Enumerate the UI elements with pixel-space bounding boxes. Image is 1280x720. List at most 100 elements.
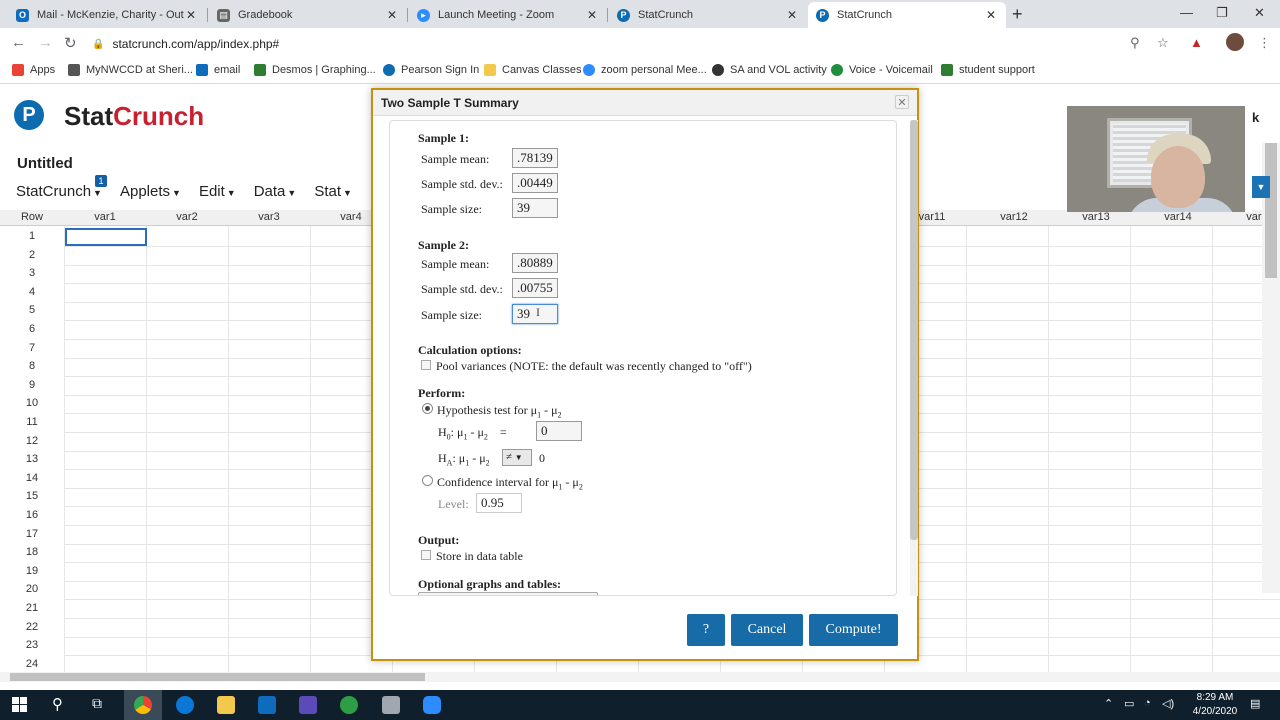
bookmark-canvas[interactable]: Canvas Classes [484, 64, 581, 76]
forward-icon[interactable]: → [38, 34, 53, 51]
optional-graphs-heading: Optional graphs and tables: [418, 577, 562, 591]
column-header[interactable]: var13 [1055, 211, 1137, 223]
battery-icon[interactable]: ▭ [1124, 697, 1134, 710]
level-field[interactable]: 0.95 [476, 493, 522, 513]
zoom-magnifier-icon[interactable]: ⚲ [1130, 35, 1140, 51]
back-icon[interactable]: ← [11, 34, 26, 51]
row-number: 16 [25, 509, 39, 521]
windows-start-icon[interactable] [12, 697, 28, 713]
vertical-scrollbar[interactable] [1262, 143, 1280, 593]
pool-variances-checkbox[interactable] [421, 360, 431, 370]
close-icon[interactable]: ✕ [785, 8, 799, 22]
dialog-scrollbar[interactable] [910, 120, 918, 596]
close-icon[interactable]: ✕ [984, 8, 998, 22]
tray-chevron-icon[interactable]: ⌃ [1104, 697, 1113, 710]
tab-statcrunch-1[interactable]: P StatCrunch ✕ [609, 2, 807, 28]
tab-mail[interactable]: O Mail - McKenzie, Charity - Outlo ✕ [8, 2, 206, 28]
scroll-thumb[interactable] [910, 120, 918, 540]
sample1-size-field[interactable]: 39 [512, 198, 558, 218]
scroll-thumb[interactable] [1265, 143, 1277, 278]
caret-down-icon: ▼ [226, 188, 236, 198]
app-icon[interactable] [340, 696, 358, 714]
sample2-size-label: Sample size: [421, 308, 482, 322]
window-close-icon[interactable]: ✕ [1254, 5, 1265, 21]
menu-applets[interactable]: Applets ▼ [120, 183, 181, 200]
sample1-sd-label: Sample std. dev.: [421, 177, 503, 191]
system-clock[interactable]: 8:29 AM 4/20/2020 [1180, 690, 1250, 719]
close-icon[interactable]: ✕ [585, 8, 599, 22]
compute-button[interactable]: Compute! [809, 614, 898, 646]
tab-zoom[interactable]: ▸ Launch Meeting - Zoom ✕ [409, 2, 607, 28]
zoom-icon [583, 64, 595, 76]
bookmark-sa-vol[interactable]: SA and VOL activity [712, 64, 827, 76]
notifications-icon[interactable]: ▤ [1250, 697, 1260, 710]
sample2-mean-field[interactable]: .80889 [512, 253, 558, 273]
column-header[interactable]: var12 [973, 211, 1055, 223]
chrome-icon[interactable] [134, 696, 152, 714]
bookmark-mynwccd[interactable]: MyNWCCD at Sheri... [68, 64, 193, 76]
column-header[interactable]: var14 [1137, 211, 1219, 223]
row-number: 6 [28, 323, 36, 335]
bookmark-pearson[interactable]: Pearson Sign In [383, 64, 479, 76]
dialog-close-icon[interactable]: ✕ [895, 95, 909, 109]
selected-cell[interactable] [65, 228, 147, 246]
collapse-toggle-icon[interactable]: ▼ [1252, 176, 1270, 198]
bookmark-desmos[interactable]: Desmos | Graphing... [254, 64, 376, 76]
column-header[interactable]: var3 [228, 211, 310, 223]
volume-icon[interactable]: ◁) [1162, 697, 1174, 710]
file-explorer-icon[interactable] [217, 696, 235, 714]
cancel-button[interactable]: Cancel [731, 614, 803, 646]
new-tab-icon[interactable]: + [1012, 4, 1023, 25]
help-button[interactable]: ? [687, 614, 725, 646]
sample1-mean-field[interactable]: .78139 [512, 148, 558, 168]
bookmark-apps[interactable]: Apps [12, 64, 55, 76]
caret-down-icon: ▼ [287, 188, 297, 198]
sample1-sd-field[interactable]: .00449 [512, 173, 558, 193]
menu-statcrunch[interactable]: StatCrunch ▼ 1 [16, 175, 107, 200]
menu-edit[interactable]: Edit ▼ [199, 183, 236, 200]
maximize-icon[interactable]: ❐ [1216, 5, 1228, 21]
close-icon[interactable]: ✕ [184, 8, 198, 22]
more-menu-icon[interactable]: ⋮ [1258, 35, 1271, 51]
reload-icon[interactable]: ↻ [64, 34, 77, 52]
two-sample-t-dialog: Two Sample T Summary ✕ Sample 1: Sample … [371, 88, 919, 661]
close-icon[interactable]: ✕ [385, 8, 399, 22]
scroll-thumb[interactable] [10, 673, 425, 681]
sample2-size-field[interactable]: 39 [512, 304, 558, 324]
paint-icon[interactable] [382, 696, 400, 714]
pearson-icon: P [816, 8, 829, 22]
zoom-icon[interactable] [423, 696, 441, 714]
help-link-fragment[interactable]: k [1252, 110, 1259, 125]
graphs-select[interactable] [418, 592, 598, 595]
outlook-icon[interactable] [258, 696, 276, 714]
minimize-icon[interactable]: — [1180, 5, 1193, 20]
url-field[interactable]: 🔒 statcrunch.com/app/index.php# [92, 32, 1182, 56]
column-header[interactable]: var1 [64, 211, 146, 223]
calculator-icon[interactable] [299, 696, 317, 714]
bookmark-voice[interactable]: Voice - Voicemail [831, 64, 933, 76]
wifi-icon[interactable]: ◔ [1144, 697, 1151, 709]
bookmark-student-support[interactable]: student support [941, 64, 1035, 76]
column-header[interactable]: var2 [146, 211, 228, 223]
bookmark-zoom[interactable]: zoom personal Mee... [583, 64, 707, 76]
horizontal-scrollbar[interactable] [0, 672, 1280, 682]
bookmark-star-icon[interactable]: ☆ [1157, 35, 1169, 51]
hypothesis-test-radio[interactable] [422, 403, 433, 414]
search-icon[interactable]: ⚲ [52, 695, 63, 713]
menu-data[interactable]: Data ▼ [254, 183, 297, 200]
acrobat-extension-icon[interactable]: ▲ [1190, 35, 1203, 50]
tab-gradebook[interactable]: ▤ Gradebook ✕ [209, 2, 407, 28]
confidence-interval-radio[interactable] [422, 475, 433, 486]
h0-value-field[interactable]: 0 [536, 421, 582, 441]
sample2-sd-field[interactable]: .00755 [512, 278, 558, 298]
bookmark-email[interactable]: email [196, 64, 240, 76]
edge-icon[interactable] [176, 696, 194, 714]
caret-down-icon: ▼ [343, 188, 352, 198]
menu-stat[interactable]: Stat ▼ [314, 183, 352, 200]
profile-avatar[interactable] [1226, 33, 1244, 51]
task-view-icon[interactable]: ⧉ [92, 695, 102, 712]
store-data-checkbox[interactable] [421, 550, 431, 560]
lock-icon: 🔒 [92, 38, 105, 50]
ha-operator-select[interactable]: ≠ ▼ [502, 449, 532, 466]
tab-statcrunch-active[interactable]: P StatCrunch ✕ [808, 2, 1006, 28]
